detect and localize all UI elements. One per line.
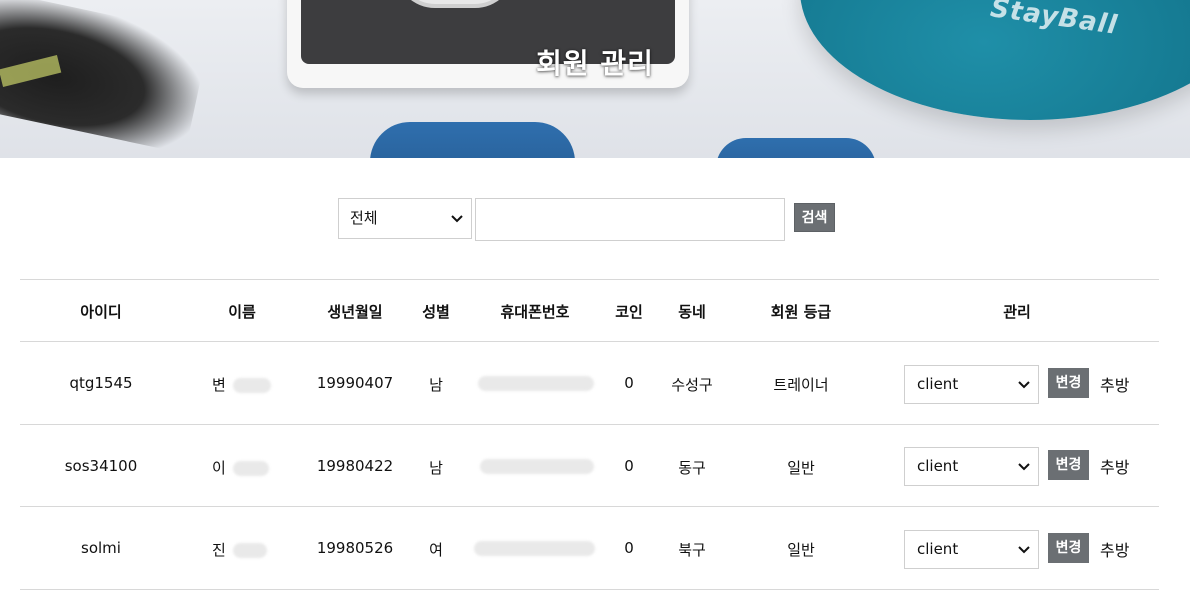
- cell-id: qtg1545: [69, 374, 133, 392]
- cell-area: 수성구: [671, 376, 713, 394]
- table-divider: [20, 279, 1159, 280]
- header-area: 동네: [678, 303, 706, 321]
- cell-grade: 일반: [787, 541, 815, 559]
- chevron-down-icon: [1018, 381, 1030, 389]
- name-redaction: [233, 461, 269, 476]
- header-id: 아이디: [80, 303, 122, 321]
- role-select[interactable]: client: [904, 447, 1039, 486]
- table-row: solmi 진 19980526 여 0 북구 일반 client 변경 추방: [20, 507, 1159, 590]
- page-title: 회원 관리: [536, 47, 654, 80]
- change-button[interactable]: 변경: [1048, 450, 1089, 480]
- role-select[interactable]: client: [904, 365, 1039, 404]
- chevron-down-icon: [1018, 546, 1030, 554]
- kick-button[interactable]: 추방: [1100, 372, 1129, 396]
- name-redaction: [233, 543, 267, 558]
- cell-birth: 19990407: [316, 374, 394, 392]
- header-gender: 성별: [422, 303, 450, 321]
- chevron-down-icon: [1018, 463, 1030, 471]
- role-select[interactable]: client: [904, 530, 1039, 569]
- role-select-value: client: [917, 457, 959, 475]
- cell-gender: 남: [429, 376, 443, 394]
- hero-decoration-scale-dial: [395, 0, 515, 8]
- table-row: qtg1545 변 19990407 남 0 수성구 트레이너 client 변…: [20, 342, 1159, 425]
- cell-gender: 여: [429, 541, 443, 559]
- role-select-value: client: [917, 540, 959, 558]
- phone-redaction: [478, 376, 594, 391]
- cell-grade: 일반: [787, 459, 815, 477]
- search-bar: 전체 검색: [338, 198, 838, 241]
- cell-birth: 19980526: [316, 539, 394, 557]
- cell-birth: 19980422: [316, 457, 394, 475]
- hero-banner: StayBall 회원 관리: [0, 0, 1190, 158]
- cell-id: solmi: [81, 539, 121, 557]
- header-grade: 회원 등급: [770, 303, 832, 321]
- kick-button[interactable]: 추방: [1100, 537, 1129, 561]
- cell-area: 북구: [678, 541, 706, 559]
- chevron-down-icon: [451, 215, 463, 223]
- name-redaction: [233, 378, 271, 393]
- cell-coin: 0: [624, 374, 634, 392]
- kick-button[interactable]: 추방: [1100, 454, 1129, 478]
- search-button[interactable]: 검색: [794, 203, 835, 232]
- cell-gender: 남: [429, 459, 443, 477]
- header-birth: 생년월일: [327, 303, 383, 321]
- cell-area: 동구: [678, 459, 706, 477]
- hero-decoration-dumbbell: [370, 122, 575, 158]
- change-button[interactable]: 변경: [1048, 533, 1089, 563]
- search-filter-value: 전체: [350, 209, 378, 227]
- phone-redaction: [480, 459, 594, 474]
- header-coin: 코인: [615, 303, 643, 321]
- change-button[interactable]: 변경: [1048, 368, 1089, 398]
- hero-decoration-dumbbell: [716, 138, 876, 158]
- cell-id: sos34100: [64, 457, 138, 475]
- table-row: sos34100 이 19980422 남 0 동구 일반 client 변경 …: [20, 425, 1159, 508]
- cell-coin: 0: [624, 457, 634, 475]
- header-phone: 휴대폰번호: [500, 303, 570, 321]
- search-filter-select[interactable]: 전체: [338, 198, 472, 239]
- cell-grade: 트레이너: [773, 376, 829, 394]
- table-divider: [20, 589, 1159, 590]
- header-manage: 관리: [1003, 303, 1031, 321]
- cell-coin: 0: [624, 539, 634, 557]
- search-input[interactable]: [475, 198, 785, 241]
- phone-redaction: [474, 541, 595, 556]
- header-name: 이름: [228, 303, 256, 321]
- role-select-value: client: [917, 375, 959, 393]
